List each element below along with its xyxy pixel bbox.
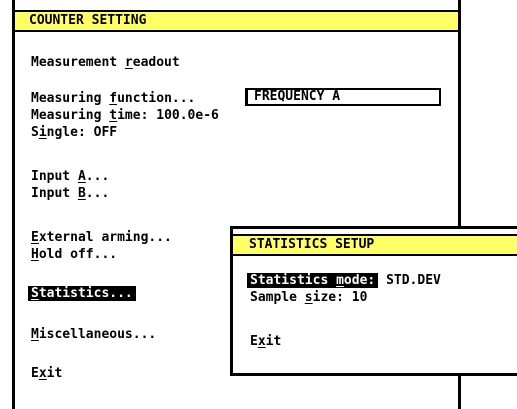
miscellaneous-item[interactable]: Miscellaneous... (31, 326, 156, 344)
measuring-time-item[interactable]: Measuring time: 100.0e-6 (31, 107, 219, 125)
statistics-setup-title-bar: STATISTICS SETUP (233, 234, 517, 256)
statistics-exit-item[interactable]: Exit (250, 333, 281, 351)
statistics-item[interactable]: Statistics... (28, 285, 136, 303)
statistics-setup-title: STATISTICS SETUP (249, 237, 375, 252)
hold-off-item[interactable]: Hold off... (31, 246, 117, 264)
statistics-item-highlight: Statistics... (28, 286, 136, 301)
counter-setting-title: COUNTER SETTING (29, 13, 147, 28)
counter-setting-title-bar: COUNTER SETTING (15, 10, 458, 32)
statistics-mode-value: STD.DEV (386, 273, 441, 288)
statistics-mode-item[interactable]: Statistics mode: STD.DEV (247, 272, 441, 290)
statistics-setup-window: STATISTICS SETUP Statistics mode: STD.DE… (230, 226, 517, 376)
input-b-item[interactable]: Input B... (31, 185, 109, 203)
exit-item[interactable]: Exit (31, 365, 62, 383)
measurement-readout-item[interactable]: Measurement readout (31, 54, 180, 72)
sample-size-item[interactable]: Sample size: 10 (250, 289, 367, 307)
measuring-function-field[interactable]: FREQUENCY A (245, 88, 441, 106)
input-a-item[interactable]: Input A... (31, 168, 109, 186)
measuring-function-item[interactable]: Measuring function... (31, 90, 195, 108)
external-arming-item[interactable]: External arming... (31, 229, 172, 247)
statistics-mode-highlight: Statistics mode: (247, 273, 379, 288)
single-item[interactable]: Single: OFF (31, 124, 117, 142)
